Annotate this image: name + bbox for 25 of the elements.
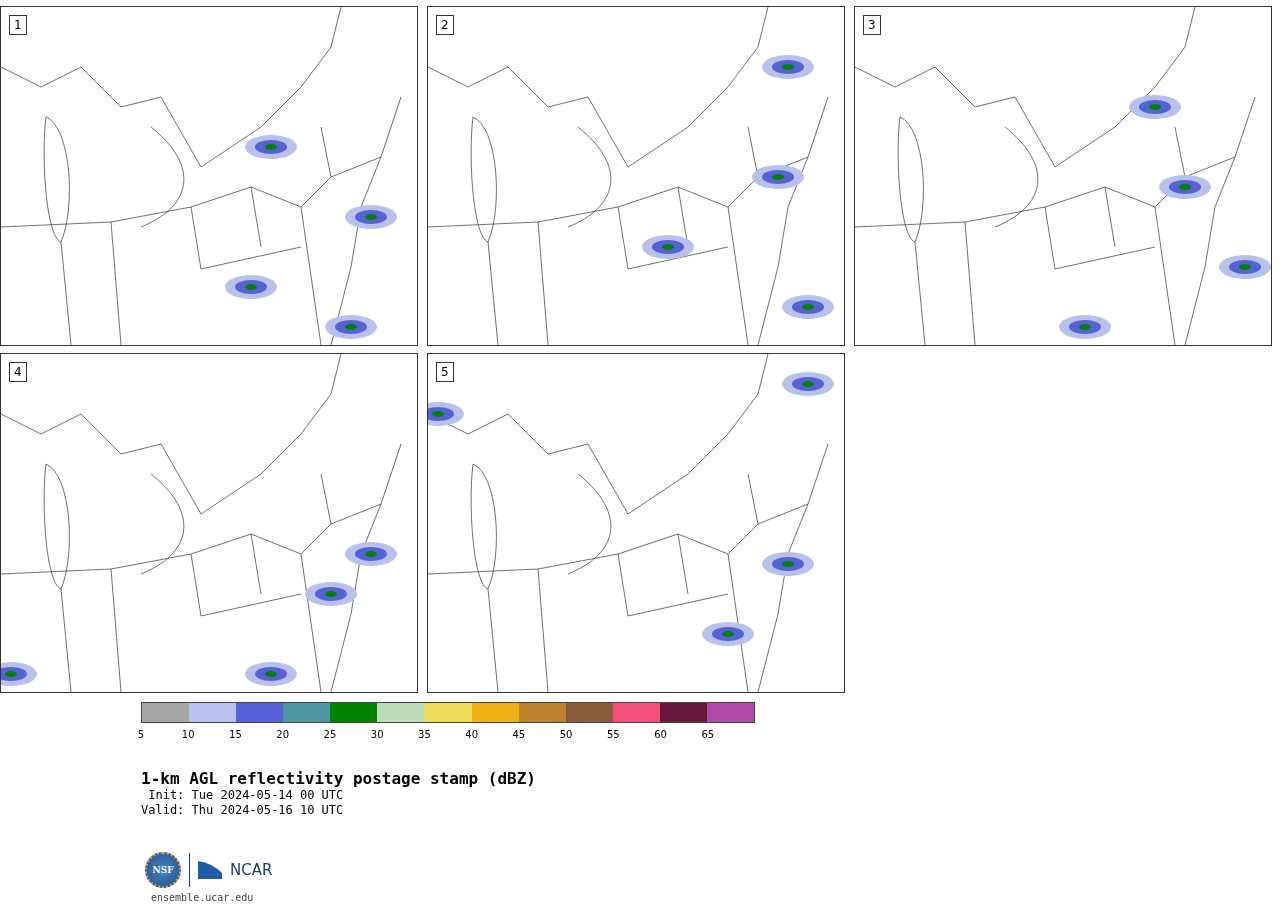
tick-label: 15	[229, 729, 242, 741]
tick-label: 50	[559, 729, 573, 741]
tick-label: 5	[137, 729, 145, 741]
panel-number: 2	[436, 15, 454, 35]
tick-label: 20	[276, 729, 290, 741]
tick-label: 40	[465, 729, 478, 741]
init-time: Init: Tue 2024-05-14 00 UTC	[147, 788, 344, 803]
tick-label: 55	[607, 729, 620, 741]
website-url: ensemble.ucar.edu	[151, 892, 255, 904]
tick-label: 60	[654, 729, 667, 741]
panel-number: 3	[863, 15, 881, 35]
nsf-logo: NSF	[145, 852, 181, 888]
valid-time: Valid: Thu 2024-05-16 10 UTC	[141, 803, 344, 818]
tick-label: 35	[418, 729, 431, 741]
panel-number: 1	[9, 15, 27, 35]
chart-title: 1-km AGL reflectivity postage stamp (dBZ)	[141, 769, 536, 788]
tick-label: 25	[323, 729, 337, 741]
ncar-logo: NCAR	[230, 861, 273, 879]
tick-label: 65	[701, 729, 715, 741]
tick-label: 30	[370, 729, 384, 741]
tick-label: 45	[512, 729, 526, 741]
panel-number: 5	[436, 362, 454, 382]
panel-number: 4	[9, 362, 27, 382]
wedge-icon	[198, 861, 222, 879]
tick-label: 10	[181, 729, 195, 741]
